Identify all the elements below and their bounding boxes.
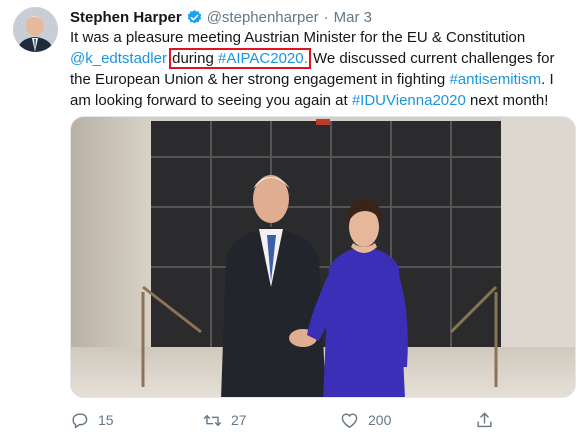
like-button[interactable]: 200: [340, 411, 391, 430]
tweet-actions: 15 27 200: [70, 405, 500, 435]
tweet-photo[interactable]: [70, 116, 576, 398]
retweet-icon: [203, 414, 222, 426]
highlight-box: during #AIPAC2020.: [169, 48, 311, 69]
hashtag-link-iduvienna[interactable]: #IDUVienna2020: [352, 92, 466, 109]
reply-button[interactable]: 15: [70, 411, 114, 430]
retweet-count: 27: [231, 412, 247, 428]
tweet-date[interactable]: Mar 3: [334, 9, 372, 26]
reply-count: 15: [98, 412, 114, 428]
hashtag-link-aipac[interactable]: #AIPAC2020.: [218, 50, 308, 67]
retweet-button[interactable]: 27: [203, 411, 247, 430]
like-count: 200: [368, 412, 392, 428]
mention-link[interactable]: @k_edtstadler: [70, 50, 167, 67]
avatar[interactable]: [13, 7, 58, 52]
share-button[interactable]: [475, 411, 503, 430]
tweet-header: Stephen Harper @stephenharper · Mar 3: [70, 7, 372, 27]
tweet-text: It was a pleasure meeting Austrian Minis…: [70, 27, 575, 111]
author-handle[interactable]: @stephenharper: [207, 9, 319, 26]
boxed-word: during: [172, 50, 218, 67]
tweet-text-part: next month!: [465, 92, 549, 109]
like-icon: [341, 412, 358, 428]
header-separator: ·: [323, 8, 329, 26]
reply-icon: [72, 412, 88, 428]
verified-badge-icon: [186, 9, 203, 26]
hashtag-link-antisemitism[interactable]: #antisemitism: [449, 71, 541, 88]
share-icon: [477, 412, 492, 427]
author-name[interactable]: Stephen Harper: [70, 9, 182, 26]
tweet: Stephen Harper @stephenharper · Mar 3 It…: [0, 0, 583, 438]
tweet-text-part: It was a pleasure meeting Austrian Minis…: [70, 29, 526, 46]
